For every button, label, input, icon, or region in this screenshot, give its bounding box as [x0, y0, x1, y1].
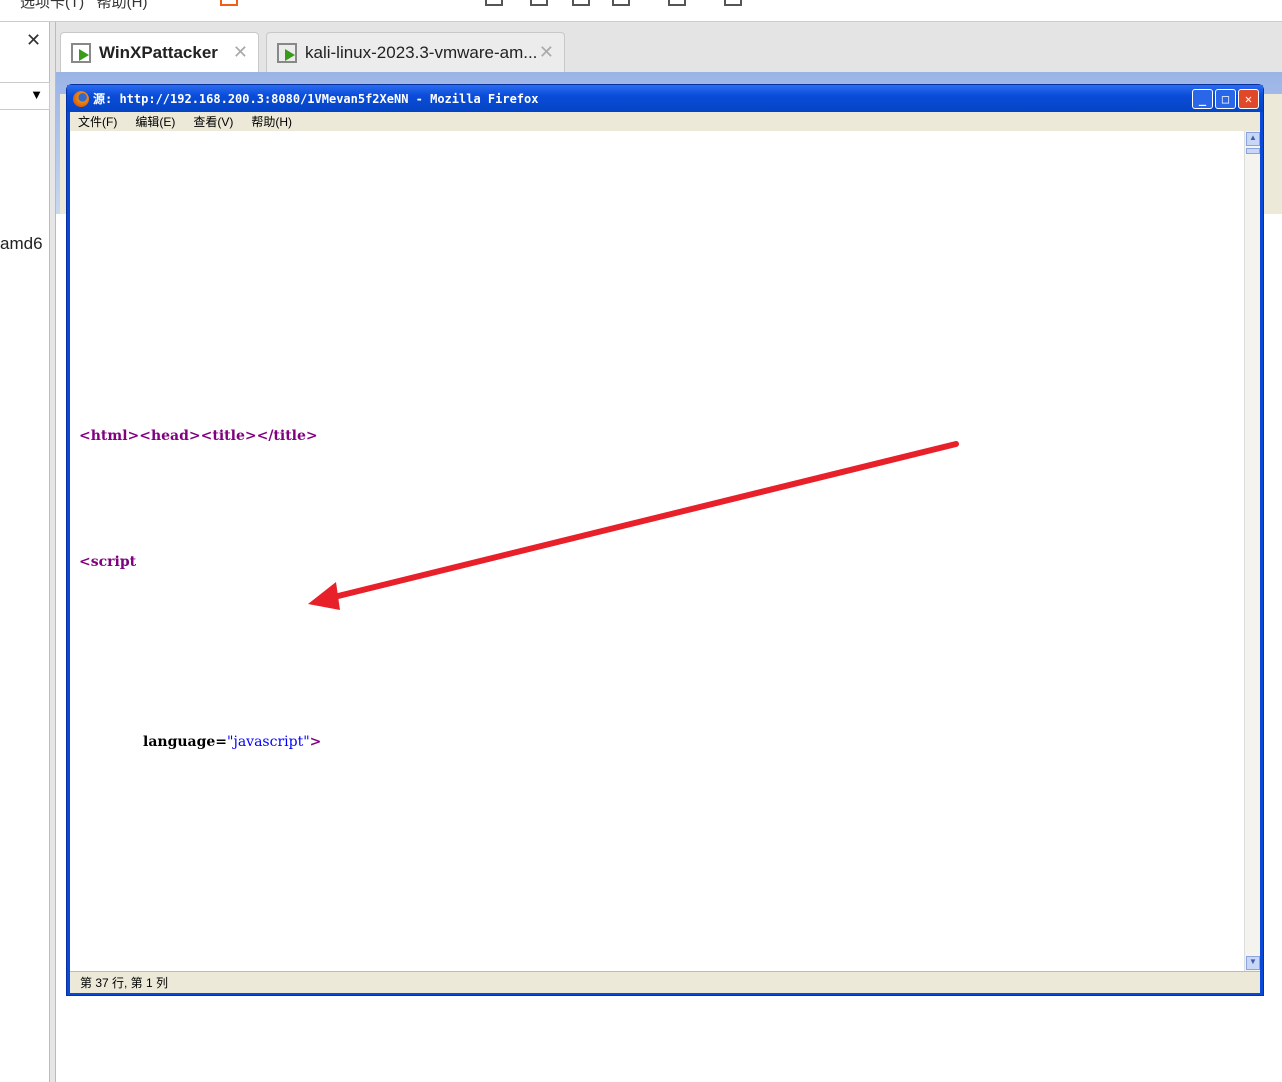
scroll-up-icon[interactable]: ▲ — [1246, 132, 1260, 146]
window-titlebar[interactable]: 源: http://192.168.200.3:8080/1VMevan5f2X… — [67, 85, 1263, 112]
scroll-down-icon[interactable]: ▼ — [1246, 956, 1260, 970]
tag-close: > — [309, 734, 322, 750]
menu-edit[interactable]: 编辑(E) — [135, 113, 175, 130]
view-icon[interactable] — [485, 0, 503, 6]
vertical-scrollbar[interactable]: ▲ ▼ — [1244, 131, 1260, 971]
firefox-icon — [73, 91, 89, 107]
library-item[interactable]: amd6 — [0, 234, 43, 254]
attribute-value: "javascript" — [227, 734, 310, 750]
close-tab-icon[interactable]: ✕ — [233, 42, 248, 63]
close-tab-icon[interactable]: ✕ — [539, 42, 554, 63]
host-menu-fragment[interactable]: 选项卡(T) 帮助(H) — [20, 0, 148, 12]
fullscreen-icon[interactable] — [668, 0, 686, 6]
maximize-button[interactable]: □ — [1215, 89, 1236, 109]
pause-icon[interactable] — [220, 0, 238, 6]
vm-icon — [71, 42, 91, 63]
source-line: <script — [79, 554, 137, 570]
close-button[interactable]: ✕ — [1238, 89, 1259, 109]
menu-file[interactable]: 文件(F) — [78, 113, 117, 130]
attribute-name: language= — [143, 734, 228, 750]
minimize-button[interactable]: _ — [1192, 89, 1213, 109]
vm-icon — [277, 42, 297, 63]
scroll-thumb[interactable] — [1246, 148, 1260, 154]
library-dropdown[interactable]: ▼ — [0, 82, 50, 110]
host-toolbar: 选项卡(T) 帮助(H) — [0, 0, 1282, 22]
tab-label: kali-linux-2023.3-vmware-am... — [305, 42, 538, 62]
menu-view[interactable]: 查看(V) — [193, 113, 233, 130]
source-line: <html><head><title></title> — [79, 428, 318, 444]
menu-help[interactable]: 帮助(H) — [251, 113, 292, 130]
tab-label: WinXPattacker — [99, 42, 218, 62]
view-source-window: 源: http://192.168.200.3:8080/1VMevan5f2X… — [66, 84, 1264, 996]
source-view[interactable]: <html><head><title></title> <script lang… — [70, 131, 1244, 971]
status-bar: 第 37 行, 第 1 列 — [70, 971, 1260, 993]
window-title: 源: http://192.168.200.3:8080/1VMevan5f2X… — [93, 92, 539, 106]
tab-kali[interactable]: kali-linux-2023.3-vmware-am... ✕ — [266, 32, 565, 72]
view-icon[interactable] — [612, 0, 630, 6]
chevron-down-icon: ▼ — [30, 87, 43, 102]
menubar: 文件(F) 编辑(E) 查看(V) 帮助(H) — [70, 112, 1260, 131]
vm-tabs: WinXPattacker ✕ kali-linux-2023.3-vmware… — [56, 22, 1282, 72]
source-line: language="javascript"> — [143, 734, 321, 750]
view-icon[interactable] — [572, 0, 590, 6]
menu-help[interactable]: 帮助(H) — [97, 0, 148, 11]
view-icon[interactable] — [530, 0, 548, 6]
window-icon[interactable] — [724, 0, 742, 6]
menu-tabs[interactable]: 选项卡(T) — [20, 0, 84, 11]
close-panel-button[interactable]: ✕ — [26, 30, 41, 51]
tab-winxpattacker[interactable]: WinXPattacker ✕ — [60, 32, 259, 72]
library-panel: ✕ ▼ amd6 — [0, 22, 50, 1082]
